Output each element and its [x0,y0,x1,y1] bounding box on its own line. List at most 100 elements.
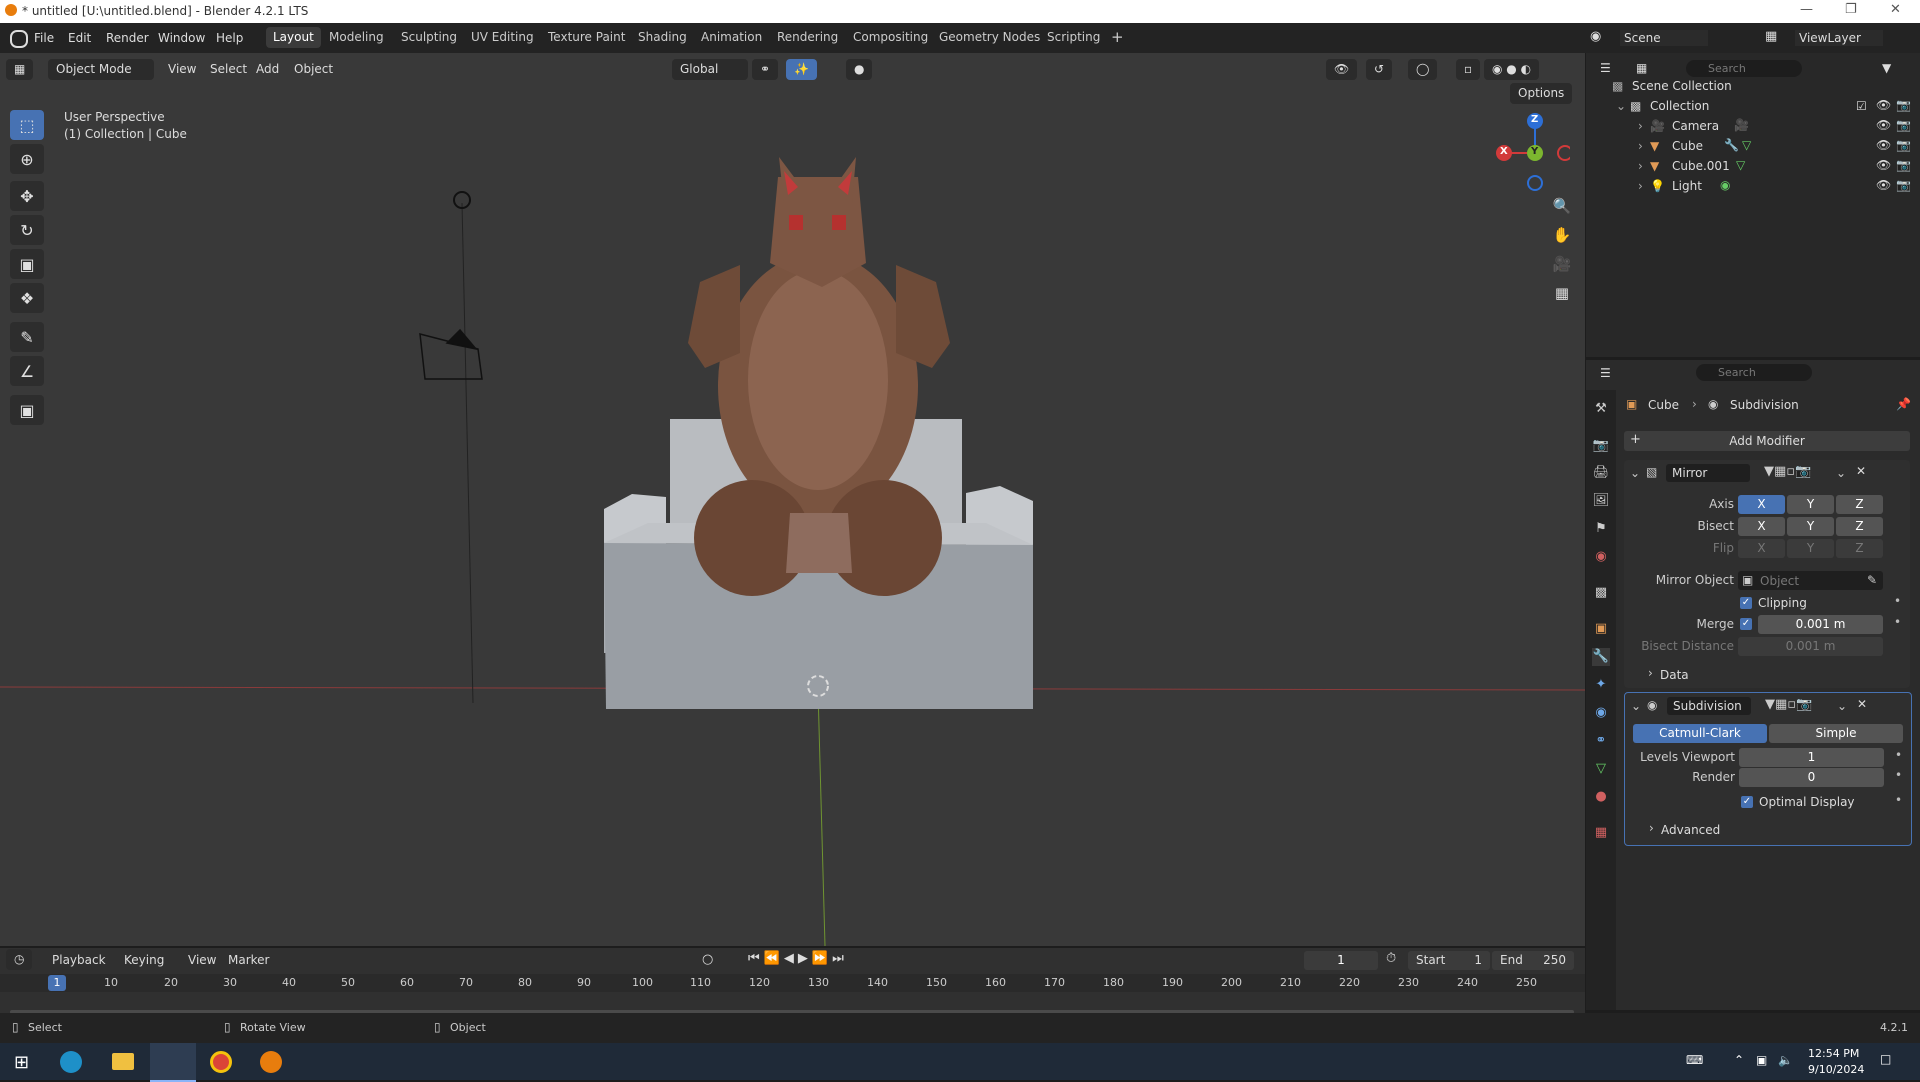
advanced-panel-chevron-icon[interactable]: › [1649,821,1654,835]
menu-window[interactable]: Window [158,31,205,45]
bisect-x-toggle[interactable]: X [1738,517,1785,536]
render-levels-field[interactable]: 0 [1739,768,1884,787]
mirror-object-field[interactable]: ▣ Object ✎ [1738,571,1883,590]
tab-uv-editing[interactable]: UV Editing [464,27,541,48]
properties-editor-type-icon[interactable]: ☰ [1600,366,1611,380]
modifier-dropdown-icon[interactable]: ⌄ [1837,699,1847,713]
catmull-clark-button[interactable]: Catmull-Clark [1633,724,1767,743]
checkbox-icon[interactable]: ☑ [1856,99,1867,113]
bisect-z-toggle[interactable]: Z [1836,517,1883,536]
expand-chevron-icon[interactable]: ⌄ [1616,99,1626,113]
merge-distance-field[interactable]: 0.001 m [1758,615,1883,634]
timeline-editor-type-icon[interactable]: ◷ [6,949,33,970]
tab-layout[interactable]: Layout [266,27,321,48]
tab-texture-paint[interactable]: Texture Paint [541,27,632,48]
flip-z-toggle[interactable]: Z [1836,539,1883,558]
timeline-editor[interactable]: ◷ Playback Keying View Marker ○ ⏮⏪◀▶⏩⏭ 1… [0,948,1585,1014]
keyboard-icon[interactable]: ⌨ [1686,1053,1703,1067]
output-tab-icon[interactable]: 🖨 [1592,464,1610,482]
frame-start-field[interactable]: Start 1 [1408,951,1490,970]
outliner-editor-type-icon[interactable]: ☰ [1600,61,1611,75]
physics-tab-icon[interactable]: ◉ [1592,704,1610,722]
axis-x-toggle[interactable]: X [1738,495,1785,514]
bisect-y-toggle[interactable]: Y [1787,517,1834,536]
keyframe-dot-icon[interactable]: • [1895,748,1902,762]
windows-start-icon[interactable]: ⊞ [14,1052,29,1073]
playhead-frame[interactable]: 1 [48,975,66,991]
scene-icon[interactable]: ◉ [1590,29,1601,44]
current-frame-field[interactable]: 1 [1304,951,1378,970]
collapse-chevron-icon[interactable]: ⌄ [1630,466,1640,480]
filter-icon[interactable]: ▼ [1882,61,1891,75]
tab-shading[interactable]: Shading [631,27,694,48]
navigation-gizmo[interactable]: Z X Y [1490,111,1573,191]
particles-tab-icon[interactable]: ✦ [1592,676,1610,694]
bisect-distance-field[interactable]: 0.001 m [1738,637,1883,656]
flip-y-toggle[interactable]: Y [1787,539,1834,558]
modifier-toggles-icon[interactable]: ▼▦▫📷 [1765,697,1812,712]
keyframe-dot-icon[interactable]: • [1895,793,1902,807]
volume-icon[interactable]: 🔈 [1778,1053,1793,1067]
tool-tab-icon[interactable]: ⚒ [1592,400,1610,418]
outliner-collection[interactable]: ⌄ ▩ Collection ☑ 👁 📷 [1586,97,1920,117]
render-camera-icon[interactable]: 📷 [1896,138,1911,152]
blender-menu-icon[interactable] [10,30,28,48]
flip-x-toggle[interactable]: X [1738,539,1785,558]
frame-end-field[interactable]: End 250 [1492,951,1574,970]
tab-animation[interactable]: Animation [694,27,769,48]
pin-icon[interactable]: 📌 [1896,397,1911,411]
clock-time[interactable]: 12:54 PM [1808,1047,1859,1060]
close-icon[interactable]: ✕ [1890,2,1901,17]
keyframe-dot-icon[interactable]: • [1895,768,1902,782]
add-workspace-icon[interactable]: + [1104,27,1131,48]
simple-button[interactable]: Simple [1769,724,1903,743]
menu-edit[interactable]: Edit [68,31,91,45]
collapse-chevron-icon[interactable]: ⌄ [1631,699,1641,713]
tab-modeling[interactable]: Modeling [322,27,391,48]
expand-chevron-icon[interactable]: › [1638,119,1643,133]
zoom-icon[interactable]: 🔍 [1549,193,1575,219]
mirror-name-field[interactable]: Mirror [1666,464,1750,482]
tab-scripting[interactable]: Scripting [1040,27,1107,48]
network-icon[interactable]: ▣ [1756,1053,1767,1067]
view-layer-tab-icon[interactable]: 🖼 [1592,492,1610,510]
outliner-item-cube-001[interactable]: › ▼ Cube.001 ▽ 👁 📷 [1586,157,1920,177]
keyframe-dot-icon[interactable]: • [1894,615,1901,629]
frame-ruler[interactable]: 1 10 20 30 40 50 60 70 80 90 100 110 120… [0,974,1585,992]
tray-chevron-icon[interactable]: ⌃ [1734,1053,1744,1067]
file-explorer-icon[interactable] [112,1053,134,1070]
collection-tab-icon[interactable]: ▩ [1592,584,1610,602]
texture-tab-icon[interactable]: ▦ [1592,824,1610,842]
3d-viewport[interactable]: ▦ Object Mode View Select Add Object Glo… [0,53,1585,946]
eye-icon[interactable]: 👁 [1876,138,1891,152]
expand-chevron-icon[interactable]: › [1638,159,1643,173]
render-camera-icon[interactable]: 📷 [1896,158,1911,172]
render-camera-icon[interactable]: 📷 [1896,178,1911,192]
auto-keying-icon[interactable]: ○ [702,952,713,967]
modifier-toggles-icon[interactable]: ▼▦▫📷 [1764,464,1811,479]
view-layer-selector[interactable]: ViewLayer [1795,30,1883,46]
timeline-menu-marker[interactable]: Marker [228,953,269,967]
outliner-item-light[interactable]: › 💡 Light ◉ 👁 📷 [1586,177,1920,197]
pan-hand-icon[interactable]: ✋ [1549,222,1575,248]
modifier-tab-icon[interactable]: 🔧 [1592,648,1610,666]
data-panel-label[interactable]: Data [1660,668,1689,682]
clock-date[interactable]: 9/10/2024 [1808,1063,1864,1076]
restore-icon[interactable]: ❐ [1845,2,1857,17]
properties-search-input[interactable]: Search [1696,364,1812,381]
subdivision-name-field[interactable]: Subdivision [1667,697,1751,715]
scene-selector[interactable]: Scene [1620,30,1708,46]
eye-icon[interactable]: 👁 [1876,158,1891,172]
timeline-menu-playback[interactable]: Playback [52,953,106,967]
world-tab-icon[interactable]: ◉ [1592,548,1610,566]
menu-help[interactable]: Help [216,31,243,45]
merge-checkbox[interactable]: ✓ [1740,618,1752,630]
optimal-display-checkbox[interactable]: ✓ [1741,796,1753,808]
tab-compositing[interactable]: Compositing [846,27,935,48]
outliner-item-cube[interactable]: › ▼ Cube 🔧 ▽ 👁 📷 [1586,137,1920,157]
axis-y-toggle[interactable]: Y [1787,495,1834,514]
edge-icon[interactable] [60,1051,82,1073]
keyframe-dot-icon[interactable]: • [1894,594,1901,608]
tab-rendering[interactable]: Rendering [770,27,845,48]
data-panel-chevron-icon[interactable]: › [1648,666,1653,680]
